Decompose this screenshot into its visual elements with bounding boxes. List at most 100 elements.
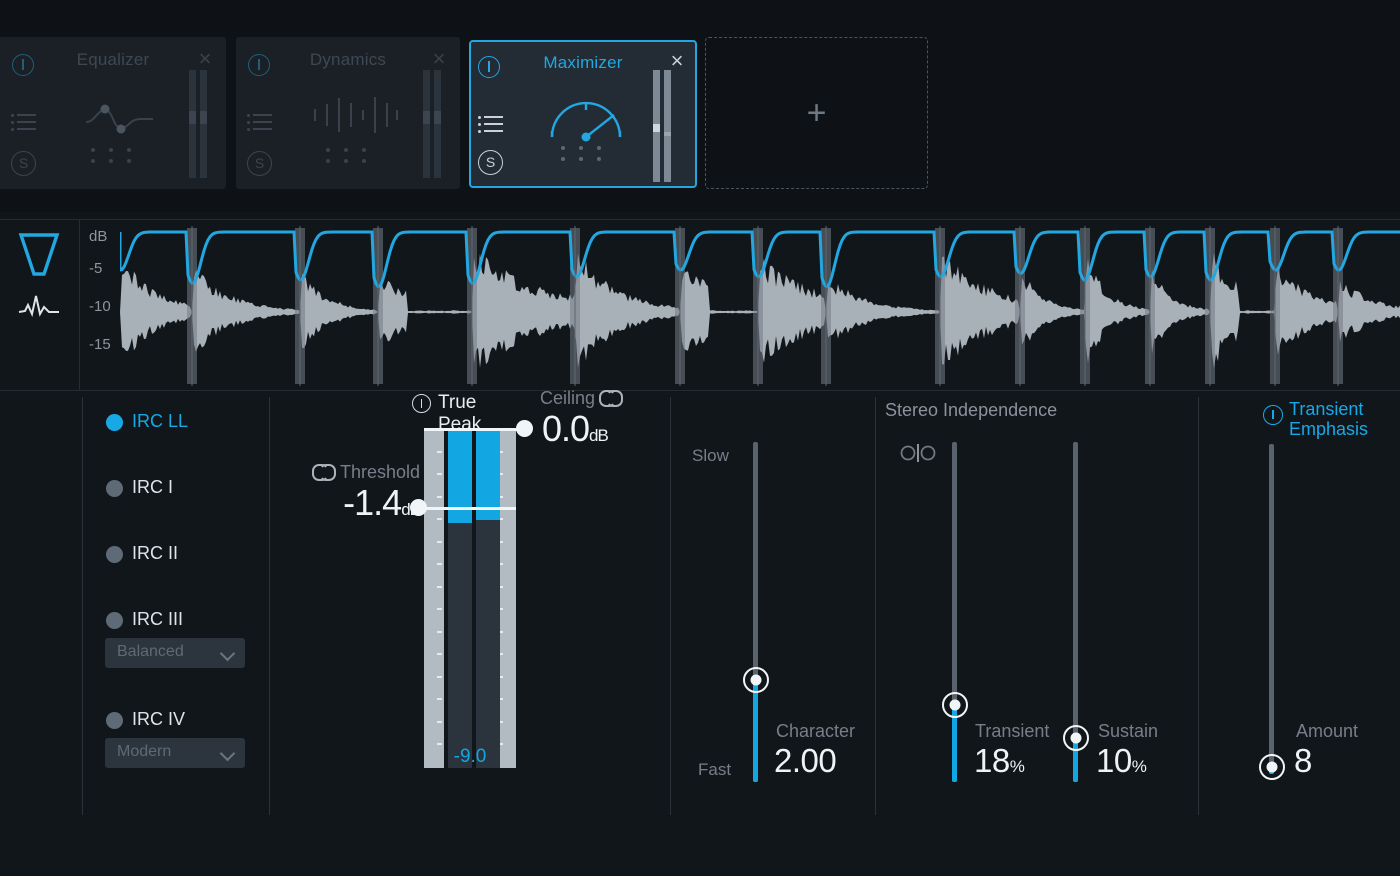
gain-reduction-meter[interactable]: -9.0 (424, 428, 516, 876)
stereo-separate-icon[interactable] (900, 442, 936, 463)
module-level-meters (423, 70, 445, 178)
irc-option-irc-iv[interactable]: IRC IV (100, 708, 270, 734)
irc-option-label: IRC II (132, 543, 179, 563)
threshold-value-number: -1.4 (343, 482, 402, 523)
slider-fill (753, 680, 758, 782)
module-tile-maximizer[interactable]: Maximizer × S (469, 40, 697, 188)
threshold-value[interactable]: -1.4dB (343, 482, 421, 524)
radio-icon[interactable] (106, 712, 123, 729)
sustain-value[interactable]: 10% (1096, 742, 1147, 780)
slider-knob[interactable] (941, 692, 968, 718)
irc-iv-character-select[interactable]: Modern (105, 738, 245, 768)
db-tick-label: -10 (89, 298, 111, 315)
solo-button[interactable]: S (478, 150, 503, 175)
db-tick-label: -15 (89, 336, 111, 353)
radio-icon[interactable] (106, 414, 123, 431)
amount-label: Amount (1296, 721, 1359, 741)
select-value: Balanced (117, 643, 184, 660)
meter-scale-left (424, 428, 444, 768)
meter-tick (437, 540, 442, 543)
transient-value[interactable]: 18% (974, 742, 1025, 780)
sustain-value-number: 10 (1096, 742, 1132, 779)
slider-knob[interactable] (1062, 725, 1089, 751)
radio-icon[interactable] (106, 480, 123, 497)
solo-button[interactable]: S (11, 151, 36, 176)
slider-knob[interactable] (1258, 754, 1285, 780)
transient-emphasis-title-line1: Transient (1289, 399, 1364, 419)
close-icon[interactable]: × (195, 48, 215, 70)
radio-icon[interactable] (106, 546, 123, 563)
meter-tick (437, 518, 442, 520)
close-icon[interactable]: × (429, 48, 449, 70)
ceiling-label: Ceiling (540, 388, 596, 408)
waveform-view-toggles[interactable] (12, 230, 72, 340)
ceiling-value-number: 0.0 (542, 408, 590, 449)
meter-tick (437, 473, 442, 475)
irc-option-label: IRC LL (132, 411, 189, 431)
slider-track[interactable] (1269, 444, 1274, 774)
presets-list-icon[interactable] (478, 115, 504, 136)
waveform-history-panel[interactable]: dB -5 -10 -15 (0, 219, 1400, 391)
solo-button[interactable]: S (247, 151, 272, 176)
module-tile-equalizer[interactable]: Equalizer × S (0, 37, 226, 189)
meter-tick (437, 608, 442, 610)
drag-handle-icon[interactable] (326, 148, 370, 166)
divider (79, 220, 80, 390)
sustain-label: Sustain (1098, 721, 1159, 741)
meter-channel-left (448, 428, 472, 768)
module-title: Dynamics (309, 50, 387, 69)
chevron-down-icon[interactable] (219, 645, 236, 662)
plus-icon[interactable]: + (807, 96, 827, 130)
maximizer-plugin-window: Equalizer × S Dynamics × S Maximizer × S… (0, 0, 1400, 876)
meter-tick (437, 720, 442, 723)
character-value[interactable]: 2.00 (774, 742, 837, 780)
irc-option-irc-i[interactable]: IRC I (100, 476, 270, 502)
meter-tick (437, 698, 442, 700)
threshold-control[interactable]: Threshold -1.4dB (290, 462, 421, 523)
db-tick-label: -5 (89, 260, 103, 277)
info-icon[interactable] (412, 394, 431, 413)
irc-option-irc-iii[interactable]: IRC III (100, 608, 270, 634)
transient-emphasis-title: Transient Emphasis (1289, 399, 1368, 439)
irc-option-irc-ii[interactable]: IRC II (100, 542, 270, 568)
ceiling-control[interactable]: Ceiling 0.0dB (540, 388, 624, 449)
presets-list-icon[interactable] (247, 113, 273, 134)
transient-waveform-icon[interactable] (18, 292, 60, 318)
character-slow-label: Slow (692, 446, 729, 465)
meter-channel-right (476, 428, 500, 768)
waveform-canvas[interactable] (120, 220, 1400, 390)
slider-knob[interactable] (742, 667, 769, 693)
character-fast-label: Fast (698, 760, 732, 779)
ceiling-value[interactable]: 0.0dB (542, 408, 609, 450)
sustain-unit: % (1131, 757, 1147, 776)
transient-value-number: 18 (974, 742, 1010, 779)
stereo-independence-title: Stereo Independence (885, 400, 1058, 420)
drag-handle-icon[interactable] (91, 148, 135, 166)
link-open-icon[interactable] (599, 390, 624, 407)
irc-option-label: IRC IV (132, 709, 186, 729)
ceiling-slider-line[interactable] (424, 428, 524, 431)
presets-list-icon[interactable] (11, 113, 37, 134)
divider (269, 397, 270, 815)
threshold-slider-handle[interactable] (410, 499, 427, 516)
radio-icon[interactable] (106, 612, 123, 629)
meter-tick (437, 653, 442, 655)
db-axis-label: dB (89, 228, 108, 245)
add-module-slot[interactable]: + (705, 37, 928, 189)
irc-iii-character-select[interactable]: Balanced (105, 638, 245, 668)
ceiling-slider-handle[interactable] (516, 420, 533, 437)
irc-option-irc-ll[interactable]: IRC LL (100, 410, 270, 436)
close-icon[interactable]: × (667, 50, 687, 72)
funnel-icon[interactable] (18, 230, 60, 278)
amount-value[interactable]: 8 (1294, 742, 1312, 780)
transient-unit: % (1009, 757, 1025, 776)
module-level-meters (653, 70, 675, 182)
meter-tick (437, 563, 442, 565)
threshold-slider-line[interactable] (424, 507, 516, 510)
divider (1198, 397, 1199, 815)
info-icon[interactable] (1263, 405, 1283, 425)
module-tile-dynamics[interactable]: Dynamics × S (236, 37, 460, 189)
drag-handle-icon[interactable] (561, 146, 605, 164)
chevron-down-icon[interactable] (219, 745, 236, 762)
link-open-icon[interactable] (311, 464, 336, 481)
